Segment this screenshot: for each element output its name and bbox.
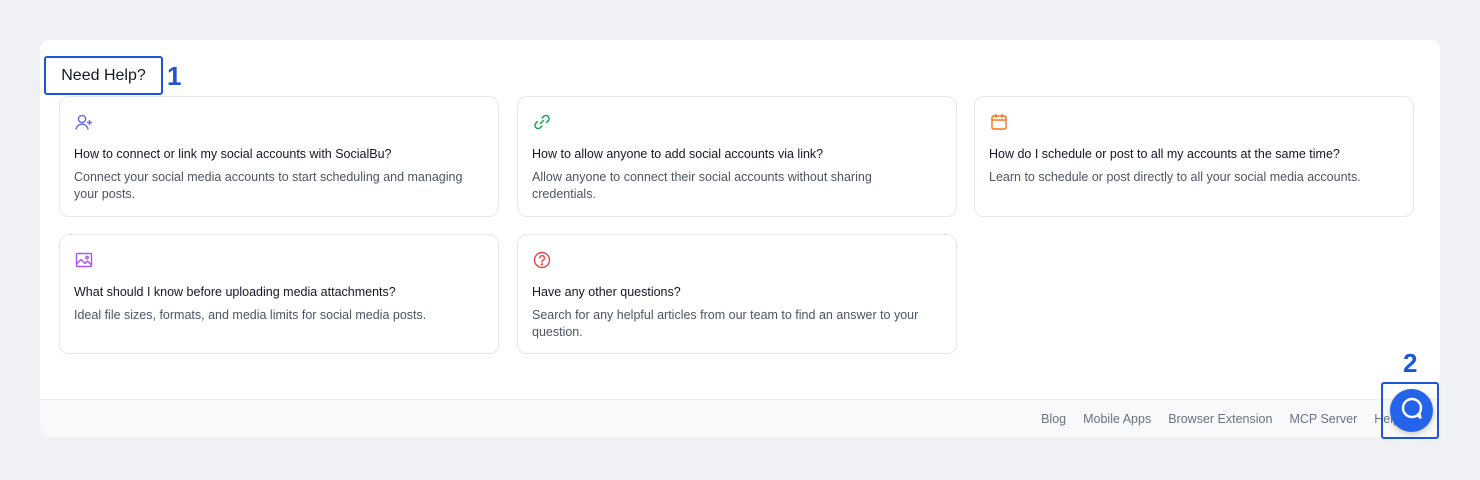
- card-description: Connect your social media accounts to st…: [74, 170, 463, 201]
- link-icon: [532, 112, 552, 132]
- annotation-marker-1: 1: [167, 61, 182, 91]
- help-card-other-questions[interactable]: Have any other questions? Search for any…: [517, 234, 957, 354]
- footer: Blog Mobile Apps Browser Extension MCP S…: [40, 399, 1440, 437]
- help-card-add-via-link[interactable]: How to allow anyone to add social accoun…: [517, 96, 957, 217]
- card-description: Search for any helpful articles from our…: [532, 308, 919, 339]
- card-question: How to allow anyone to add social accoun…: [532, 147, 824, 161]
- card-question: How to connect or link my social account…: [74, 147, 392, 161]
- footer-link-browser-extension[interactable]: Browser Extension: [1168, 412, 1272, 426]
- card-description: Learn to schedule or post directly to al…: [989, 170, 1361, 184]
- footer-link-blog[interactable]: Blog: [1041, 412, 1066, 426]
- chat-bubble-icon: [1399, 395, 1425, 426]
- annotation-marker-2: 2: [1403, 348, 1418, 378]
- help-card-media-attachments[interactable]: What should I know before uploading medi…: [59, 234, 499, 354]
- card-question: Have any other questions?: [532, 285, 681, 299]
- calendar-icon: [989, 112, 1009, 132]
- question-circle-icon: [532, 250, 552, 270]
- help-panel: Need Help? How to connect or link my soc…: [40, 40, 1440, 437]
- footer-link-mobile-apps[interactable]: Mobile Apps: [1083, 412, 1151, 426]
- need-help-title: Need Help?: [61, 66, 146, 84]
- card-description: Allow anyone to connect their social acc…: [532, 170, 872, 201]
- help-card-schedule-all[interactable]: How do I schedule or post to all my acco…: [974, 96, 1414, 217]
- footer-links: Blog Mobile Apps Browser Extension MCP S…: [1041, 400, 1400, 437]
- card-question: What should I know before uploading medi…: [74, 285, 396, 299]
- image-icon: [74, 250, 94, 270]
- card-question: How do I schedule or post to all my acco…: [989, 147, 1340, 161]
- need-help-heading: Need Help?: [44, 56, 163, 95]
- help-card-connect-accounts[interactable]: How to connect or link my social account…: [59, 96, 499, 217]
- chat-button[interactable]: [1390, 389, 1433, 432]
- footer-link-mcp-server[interactable]: MCP Server: [1289, 412, 1357, 426]
- card-description: Ideal file sizes, formats, and media lim…: [74, 308, 427, 322]
- user-plus-icon: [74, 112, 94, 132]
